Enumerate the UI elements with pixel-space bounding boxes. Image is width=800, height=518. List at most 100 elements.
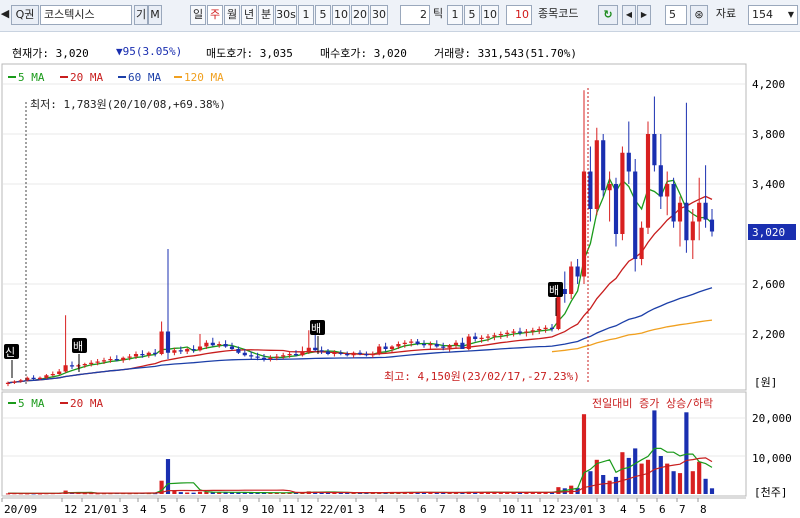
candle-body bbox=[428, 344, 433, 346]
candle-body bbox=[5, 382, 11, 384]
data-label: 자료 bbox=[715, 7, 737, 20]
candle-body bbox=[383, 346, 388, 349]
event-marker-new[interactable]: 신 bbox=[4, 344, 19, 378]
candle bbox=[197, 334, 203, 352]
x-tick-label: 21/01 bbox=[84, 503, 117, 516]
candle bbox=[281, 352, 286, 359]
candle bbox=[537, 326, 542, 334]
candle-body bbox=[626, 152, 631, 172]
stock-search-button[interactable]: Q권 bbox=[11, 5, 39, 25]
candle bbox=[69, 361, 75, 369]
volume-bar bbox=[178, 492, 183, 494]
event-marker-dividend-3[interactable]: 배 bbox=[548, 282, 563, 316]
tick-1-button[interactable]: 1 bbox=[447, 5, 463, 25]
interval-1-button[interactable]: 1 bbox=[298, 5, 314, 25]
x-tick-label: 5 bbox=[160, 503, 167, 516]
volume-unit: [천주] bbox=[754, 485, 788, 499]
candle bbox=[613, 177, 619, 247]
volume-bar bbox=[197, 491, 203, 494]
candle bbox=[165, 249, 171, 359]
candle-body bbox=[306, 347, 311, 352]
candle bbox=[498, 331, 503, 339]
candle bbox=[665, 171, 670, 216]
candle-body bbox=[204, 342, 209, 347]
time-axis: 20/09 12 21/01 3 4 5 6 7 8 9 10 11 12 22/01 3 4 5 6 7 8 9 10 1… bbox=[1, 498, 707, 516]
red-value-input[interactable]: 10 bbox=[506, 5, 532, 25]
gi-button[interactable]: 기 bbox=[134, 5, 148, 25]
interval-20-button[interactable]: 20 bbox=[351, 5, 369, 25]
x-tick-label: 8 bbox=[459, 503, 466, 516]
vol-legend-ma20: 20 MA bbox=[70, 397, 103, 410]
candle-body bbox=[415, 341, 420, 344]
price-tick-2600: 2,600 bbox=[752, 278, 785, 291]
volume-bar bbox=[613, 476, 619, 494]
price-axis: 4,200 3,800 3,400 3,020 2,600 2,200 [원] bbox=[748, 78, 796, 389]
candle-body bbox=[351, 352, 356, 356]
volume-bar bbox=[697, 461, 702, 494]
candle bbox=[645, 121, 651, 234]
volume-bars bbox=[5, 410, 715, 495]
interval-30-button[interactable]: 30 bbox=[370, 5, 388, 25]
prev-arrow-icon[interactable]: ◀ bbox=[0, 5, 10, 25]
volume-tick-20000: 20,000 bbox=[752, 412, 792, 425]
candle-body bbox=[447, 345, 452, 348]
candle-body bbox=[153, 352, 158, 354]
volume-tick-10000: 10,000 bbox=[752, 452, 792, 465]
candle bbox=[421, 340, 427, 348]
candle bbox=[684, 102, 689, 253]
volume-change-note: 전일대비 증가 상승/하락 bbox=[592, 396, 713, 410]
stock-name-input[interactable]: 코스텍시스 bbox=[40, 5, 132, 25]
period-year-button[interactable]: 년 bbox=[241, 5, 257, 25]
left-arrow-icon[interactable]: ◀ bbox=[622, 5, 636, 25]
volume-bar bbox=[684, 412, 689, 494]
volume-bar bbox=[639, 463, 644, 494]
tick-10-button[interactable]: 10 bbox=[481, 5, 499, 25]
period-week-button[interactable]: 주 bbox=[207, 5, 223, 25]
candle-body bbox=[524, 331, 529, 333]
candle bbox=[434, 340, 439, 348]
candle-body bbox=[517, 331, 523, 333]
candle-body bbox=[121, 357, 126, 361]
candle bbox=[191, 345, 196, 353]
candle bbox=[588, 146, 593, 222]
candle bbox=[389, 345, 395, 353]
candle-body bbox=[325, 351, 331, 354]
candle-body bbox=[549, 327, 555, 329]
candle-body bbox=[633, 171, 638, 259]
period-minute-button[interactable]: 분 bbox=[258, 5, 274, 25]
candle bbox=[153, 349, 158, 357]
candle-body bbox=[357, 352, 363, 354]
volume-ma20-line bbox=[7, 457, 713, 495]
candle-body bbox=[293, 354, 299, 356]
candle-body bbox=[396, 344, 401, 347]
m-button[interactable]: M bbox=[148, 5, 162, 25]
event-marker-dividend-2[interactable]: 배 bbox=[310, 320, 325, 354]
candle-body bbox=[31, 377, 36, 379]
x-tick-label: 11 bbox=[520, 503, 533, 516]
period-30s-button[interactable]: 30s bbox=[275, 5, 297, 25]
volume-bar bbox=[665, 463, 670, 494]
candle bbox=[709, 209, 715, 237]
period-day-button[interactable]: 일 bbox=[190, 5, 206, 25]
candle-body bbox=[185, 349, 190, 352]
period-month-button[interactable]: 월 bbox=[224, 5, 240, 25]
candle bbox=[511, 329, 516, 337]
candle bbox=[325, 349, 331, 356]
interval-5-button[interactable]: 5 bbox=[315, 5, 331, 25]
right-arrow-icon[interactable]: ▶ bbox=[637, 5, 651, 25]
settings-gear-icon[interactable]: ⊛ bbox=[690, 5, 708, 25]
refresh-icon[interactable]: ↻ bbox=[598, 5, 618, 25]
candle-body bbox=[421, 344, 427, 346]
step-input[interactable]: 5 bbox=[665, 5, 687, 25]
candle-body bbox=[114, 359, 119, 361]
data-count-select[interactable]: 154 ▼ bbox=[748, 5, 798, 25]
bid-price-text: 매수호가: 3,020 bbox=[320, 47, 407, 60]
interval-10-button[interactable]: 10 bbox=[332, 5, 350, 25]
candle bbox=[658, 134, 663, 209]
tick-count-input[interactable]: 2 bbox=[400, 5, 430, 25]
stock-chart[interactable]: 5 MA 20 MA 60 MA 120 MA 5 MA 20 MA 최저: 1… bbox=[0, 62, 800, 518]
candle bbox=[549, 324, 555, 332]
candle-body bbox=[594, 140, 599, 209]
tick-5-button[interactable]: 5 bbox=[464, 5, 480, 25]
candle bbox=[261, 354, 267, 362]
